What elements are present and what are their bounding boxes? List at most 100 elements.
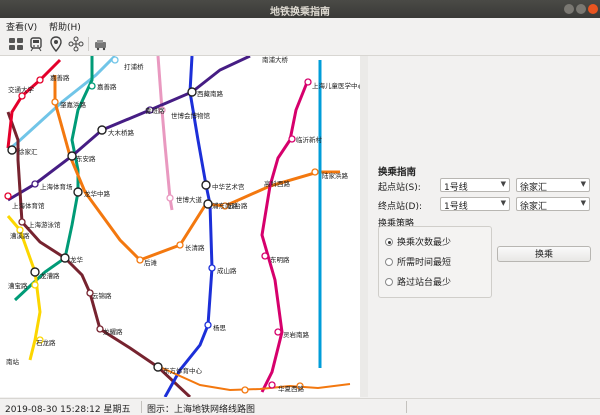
start-line-value: 1号线 (444, 183, 468, 193)
station-label: 打浦桥 (124, 62, 144, 71)
station-dot[interactable] (31, 180, 39, 188)
station-label: 上海儿童医学中心 (312, 81, 360, 90)
station-label: 云锦路 (92, 291, 112, 300)
station-label: 华夏西路 (278, 384, 305, 393)
maximize-button[interactable] (576, 4, 586, 14)
station-dot[interactable] (204, 321, 212, 329)
interchange-dot[interactable] (203, 199, 213, 209)
station-label: 中华艺术宫 (212, 182, 245, 191)
interchange-dot[interactable] (97, 125, 107, 135)
interchange-dot[interactable] (67, 151, 77, 161)
window-title: 地铁换乘指南 (270, 7, 330, 18)
radio-fewest-stops[interactable]: 路过站台最少 (385, 275, 451, 288)
station-dot[interactable] (176, 241, 184, 249)
title-bar: 地铁换乘指南 (0, 0, 600, 18)
station-label: 东方体育中心 (163, 366, 203, 375)
close-button[interactable] (588, 4, 598, 14)
station-dot[interactable] (51, 98, 59, 106)
end-label: 终点站(D): (378, 202, 422, 212)
strategy-group: 换乘次数最少 所需时间最短 路过站台最少 (378, 226, 492, 298)
station-label: 交通大学 (8, 85, 35, 94)
station-label: 肇嘉浜路 (60, 100, 87, 109)
station-label: 上海体育馆 (12, 201, 45, 210)
station-dot[interactable] (261, 252, 269, 260)
station-label: 东明路 (270, 255, 290, 264)
chevron-down-icon: ▼ (580, 180, 586, 188)
station-dot[interactable] (4, 192, 12, 200)
station-dot[interactable] (241, 386, 249, 394)
interchange-dot[interactable] (30, 267, 40, 277)
transfer-button[interactable]: 换乘 (497, 246, 591, 262)
toolbar-separator (88, 37, 89, 51)
station-dot[interactable] (18, 218, 26, 226)
radio-shortest-time[interactable]: 所需时间最短 (385, 255, 451, 268)
menu-help[interactable]: 帮助(H) (49, 20, 81, 33)
status-datetime: 2019-08-30 15:28:12 星期五 (5, 405, 131, 415)
station-label: 南浦大桥 (262, 56, 289, 64)
interchange-dot[interactable] (153, 362, 163, 372)
station-dot[interactable] (311, 168, 319, 176)
line-18 (260, 79, 310, 393)
radio-fewest-transfers[interactable]: 换乘次数最少 (385, 235, 451, 248)
station-dot[interactable] (268, 381, 276, 389)
network-icon[interactable] (68, 36, 84, 52)
station-label: 石龙路 (36, 338, 56, 347)
station-dot[interactable] (111, 56, 119, 64)
station-dot[interactable] (208, 264, 216, 272)
station-label: 上海游泳馆 (28, 220, 61, 229)
interchange-dot[interactable] (73, 187, 83, 197)
stations-line-4 (31, 106, 154, 188)
station-dot[interactable] (304, 78, 312, 86)
start-line-select[interactable]: 1号线 ▼ (440, 178, 510, 193)
metro-map[interactable]: 南浦大桥 打浦桥 嘉善路 上海儿童医学中心 交通大学 嘉善路 西藏南路 肇嘉浜路… (0, 56, 360, 397)
interchange-dot[interactable] (187, 87, 197, 97)
radio-dot (385, 238, 393, 246)
station-dot[interactable] (136, 256, 144, 264)
station-label: 临沂新村 (296, 135, 323, 144)
interchange-dot[interactable] (201, 180, 211, 190)
station-label: 龙漕路 (40, 271, 60, 280)
map-vertical-scrollbar[interactable] (360, 56, 368, 397)
station-label: 漕宝路 (8, 281, 28, 290)
station-dot[interactable] (88, 82, 96, 90)
station-labels: 南浦大桥 打浦桥 嘉善路 上海儿童医学中心 交通大学 嘉善路 西藏南路 肇嘉浜路… (6, 56, 360, 393)
station-label: 世博会博物馆 (171, 111, 211, 120)
location-pin-icon[interactable] (48, 36, 64, 52)
stations-line-9 (111, 56, 119, 64)
chevron-down-icon: ▼ (500, 199, 506, 207)
station-dot[interactable] (36, 76, 44, 84)
start-station-select[interactable]: 徐家汇 ▼ (516, 178, 590, 193)
line-13 (156, 56, 174, 211)
grid-view-icon[interactable] (8, 36, 24, 52)
station-dot[interactable] (166, 194, 174, 202)
start-station-value: 徐家汇 (520, 183, 548, 193)
station-dot[interactable] (31, 281, 39, 289)
station-label: 东安路 (76, 154, 96, 163)
station-label: 漕溪路 (10, 231, 30, 240)
toolbar (0, 33, 600, 56)
stations-line-18 (261, 78, 312, 389)
station-label: 灵岩南路 (283, 330, 310, 339)
train-icon[interactable] (28, 36, 44, 52)
stations-line-11 (18, 218, 104, 333)
station-label: 鲁班路 (145, 106, 165, 115)
end-line-select[interactable]: 1号线 ▼ (440, 197, 510, 212)
station-label: 嘉善路 (97, 82, 117, 91)
radio-label: 路过站台最少 (397, 278, 452, 288)
interchange-dot[interactable] (7, 145, 17, 155)
panel-title: 换乘指南 (378, 167, 417, 178)
station-label: 大木桥路 (108, 128, 135, 137)
radio-dot (385, 278, 393, 286)
menu-view[interactable]: 查看(V) (6, 20, 37, 33)
station-label: 龙华 (70, 255, 84, 264)
station-dot[interactable] (274, 328, 282, 336)
end-station-select[interactable]: 徐家汇 ▼ (516, 197, 590, 212)
interchange-dot[interactable] (60, 253, 70, 263)
radio-dot (385, 258, 393, 266)
minimize-button[interactable] (564, 4, 574, 14)
metro-map-canvas[interactable]: 南浦大桥 打浦桥 嘉善路 上海儿童医学中心 交通大学 嘉善路 西藏南路 肇嘉浜路… (0, 56, 360, 397)
station-dot[interactable] (288, 135, 296, 143)
menu-bar: 查看(V) 帮助(H) (0, 18, 600, 33)
chevron-down-icon: ▼ (580, 199, 586, 207)
route-icon[interactable] (93, 36, 109, 52)
